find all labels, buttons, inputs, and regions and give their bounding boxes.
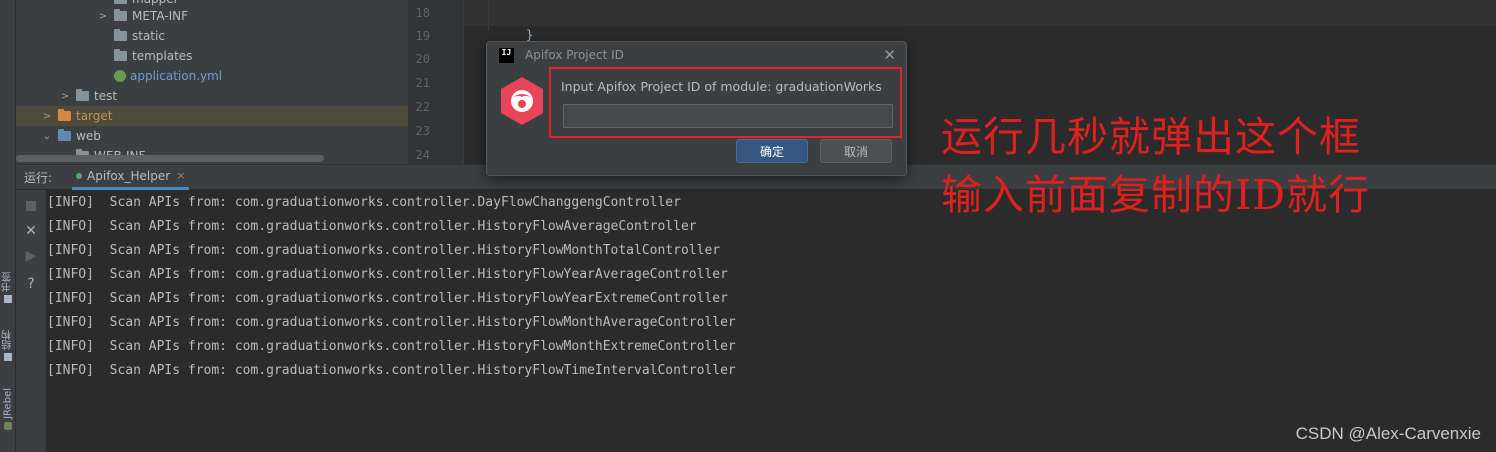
- close-icon: ✕: [25, 223, 37, 239]
- tree-item-label: web: [76, 129, 101, 143]
- ok-button[interactable]: 确定: [736, 139, 808, 163]
- code-brace: }: [526, 28, 534, 42]
- line-number: 22: [415, 100, 430, 114]
- csdn-watermark: CSDN @Alex-Carvenxie: [1295, 424, 1481, 443]
- web-folder-icon: [58, 129, 71, 141]
- folder-icon: [114, 49, 127, 61]
- chevron-down-icon[interactable]: ⌄: [40, 131, 54, 142]
- tree-item-test[interactable]: > test: [58, 86, 117, 106]
- close-icon[interactable]: ×: [176, 169, 185, 182]
- tree-item-web[interactable]: ⌄ web: [40, 126, 101, 146]
- help-button[interactable]: ?: [22, 275, 40, 293]
- tree-item-label: static: [132, 29, 165, 43]
- tree-item-meta-inf[interactable]: > META-INF: [96, 6, 188, 26]
- tree-item-label: test: [94, 89, 118, 103]
- tree-horizontal-scrollbar[interactable]: [16, 155, 324, 162]
- log-line: [INFO] Scan APIs from: com.graduationwor…: [47, 339, 736, 354]
- annotation-line-1: 运行几秒就弹出这个框: [941, 113, 1361, 161]
- dialog-titlebar[interactable]: IJ Apifox Project ID ✕: [487, 42, 906, 68]
- chevron-right-icon[interactable]: >: [40, 111, 54, 122]
- help-icon: ?: [27, 276, 35, 292]
- tab-label: Apifox_Helper: [87, 168, 171, 183]
- apifox-project-id-dialog: IJ Apifox Project ID ✕ Input Apifox Proj…: [486, 41, 907, 176]
- indent-guide: [488, 0, 489, 30]
- close-button[interactable]: ✕: [22, 222, 40, 240]
- tree-item-label: application.yml: [130, 69, 223, 83]
- cancel-button[interactable]: 取消: [820, 139, 892, 163]
- tree-item-application-yml[interactable]: application.yml: [114, 66, 222, 86]
- tree-item-label: target: [76, 109, 113, 123]
- log-line: [INFO] Scan APIs from: com.graduationwor…: [47, 363, 736, 378]
- jrebel-tool-button[interactable]: JRebel: [1, 388, 15, 430]
- console-output[interactable]: [INFO] Scan APIs from: com.graduationwor…: [46, 190, 1496, 452]
- dialog-title: Apifox Project ID: [525, 48, 624, 62]
- jrebel-label: JRebel: [2, 388, 14, 419]
- project-tree: mapper > META-INF static templates appli…: [16, 0, 408, 164]
- line-number: 19: [415, 29, 430, 43]
- stop-button[interactable]: [22, 197, 40, 215]
- log-line: [INFO] Scan APIs from: com.graduationwor…: [47, 315, 736, 330]
- log-line: [INFO] Scan APIs from: com.graduationwor…: [47, 291, 728, 306]
- line-number: 18: [415, 6, 430, 20]
- spring-yml-icon: [114, 70, 126, 82]
- annotation-line-2: 输入前面复制的ID就行: [941, 171, 1371, 219]
- log-line: [INFO] Scan APIs from: com.graduationwor…: [47, 243, 721, 258]
- log-line: [INFO] Scan APIs from: com.graduationwor…: [47, 195, 681, 210]
- dialog-prompt: Input Apifox Project ID of module: gradu…: [561, 79, 882, 94]
- tree-item-templates[interactable]: templates: [114, 46, 192, 66]
- bookmark-icon: [4, 295, 12, 303]
- stop-icon: [26, 201, 36, 211]
- editor-gutter: 18 19 20 21 22 23 24: [408, 0, 464, 164]
- left-tool-strip: 书签 结构 JRebel: [0, 0, 16, 452]
- intellij-icon: IJ: [499, 47, 514, 63]
- jrebel-icon: [4, 421, 12, 430]
- line-number: 24: [415, 148, 430, 162]
- chevron-right-icon[interactable]: >: [96, 11, 110, 22]
- bookmarks-label: 书签: [2, 272, 14, 292]
- structure-label: 结构: [2, 330, 14, 350]
- line-number: 23: [415, 124, 430, 138]
- structure-tool-button[interactable]: 结构: [1, 330, 15, 361]
- project-id-input[interactable]: [563, 104, 893, 128]
- tree-item-target[interactable]: > target: [16, 106, 408, 126]
- tree-item-label: META-INF: [132, 9, 189, 23]
- current-line-highlight: [464, 0, 1496, 26]
- rerun-icon: ▶: [25, 248, 37, 264]
- folder-icon: [114, 0, 127, 4]
- rerun-button[interactable]: ▶: [22, 247, 40, 265]
- log-line: [INFO] Scan APIs from: com.graduationwor…: [47, 267, 728, 282]
- folder-icon: [114, 29, 127, 41]
- excluded-folder-icon: [58, 109, 71, 121]
- folder-icon: [114, 9, 127, 21]
- apifox-logo-icon: [501, 77, 543, 125]
- close-icon[interactable]: ✕: [883, 46, 896, 64]
- folder-icon: [76, 89, 89, 101]
- tab-apifox-helper[interactable]: Apifox_Helper ×: [72, 164, 190, 190]
- bookmarks-tool-button[interactable]: 书签: [1, 272, 15, 303]
- run-toolbar: ✕ ▶ ?: [16, 190, 46, 452]
- line-number: 20: [415, 52, 430, 66]
- chevron-right-icon[interactable]: >: [58, 91, 72, 102]
- prompt-highlight-box: Input Apifox Project ID of module: gradu…: [549, 67, 902, 138]
- structure-icon: [4, 353, 12, 361]
- annotation-text: 运行几秒就弹出这个框 输入前面复制的ID就行: [941, 108, 1370, 224]
- run-label: 运行:: [24, 170, 53, 185]
- line-number: 21: [415, 76, 430, 90]
- tree-item-label: templates: [132, 49, 193, 63]
- run-config-icon: [76, 172, 83, 179]
- log-line: [INFO] Scan APIs from: com.graduationwor…: [47, 219, 697, 234]
- tree-item-static[interactable]: static: [114, 26, 165, 46]
